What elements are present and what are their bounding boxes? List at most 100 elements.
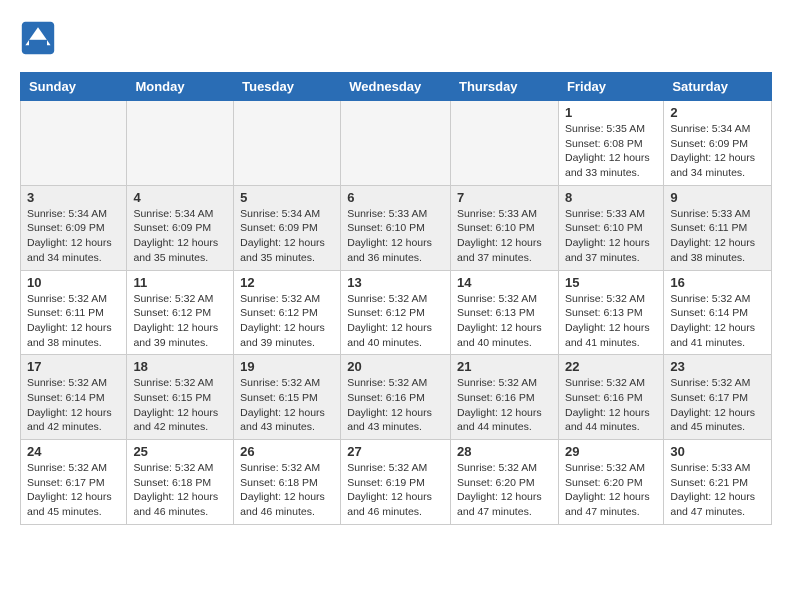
calendar-header-sunday: Sunday <box>21 73 127 101</box>
calendar-cell: 15Sunrise: 5:32 AM Sunset: 6:13 PM Dayli… <box>558 270 663 355</box>
day-number: 12 <box>240 275 334 290</box>
calendar-header-thursday: Thursday <box>451 73 559 101</box>
calendar-cell: 14 Sunrise: 5:32 AM Sunset: 6:13 PM Dayli… <box>451 270 559 355</box>
calendar-cell: 21 Sunrise: 5:32 AM Sunset: 6:16 PM Dayli… <box>451 355 559 440</box>
day-number: 3 <box>27 190 120 205</box>
day-info: Sunrise: 5:32 AM Sunset: 6:19 PM Dayligh… <box>347 461 444 520</box>
calendar-cell: 11 Sunrise: 5:32 AM Sunset: 6:12 PM Dayli… <box>127 270 234 355</box>
day-number: 25 <box>133 444 227 459</box>
day-number: 22 <box>565 359 657 374</box>
calendar-cell: 27 Sunrise: 5:32 AM Sunset: 6:19 PM Dayli… <box>341 440 451 525</box>
day-info: Sunrise: 5:32 AM Sunset: 6:13 PM Dayligh… <box>457 292 552 351</box>
calendar-header-saturday: Saturday <box>664 73 772 101</box>
day-number: 26 <box>240 444 334 459</box>
day-number: 4 <box>133 190 227 205</box>
day-number: 10 <box>27 275 120 290</box>
calendar-cell: 26 Sunrise: 5:32 AM Sunset: 6:18 PM Dayli… <box>234 440 341 525</box>
day-number: 6 <box>347 190 444 205</box>
calendar-cell: 5 Sunrise: 5:34 AM Sunset: 6:09 PM Daylig… <box>234 185 341 270</box>
calendar-cell: 25 Sunrise: 5:32 AM Sunset: 6:18 PM Dayli… <box>127 440 234 525</box>
calendar-cell: 17 Sunrise: 5:32 AM Sunset: 6:14 PM Dayli… <box>21 355 127 440</box>
calendar-week-row: 17 Sunrise: 5:32 AM Sunset: 6:14 PM Dayli… <box>21 355 772 440</box>
day-info: Sunrise: 5:32 AM Sunset: 6:14 PM Dayligh… <box>27 376 120 435</box>
calendar-cell: 24Sunrise: 5:32 AM Sunset: 6:17 PM Dayli… <box>21 440 127 525</box>
calendar-header-wednesday: Wednesday <box>341 73 451 101</box>
calendar-week-row: 10 Sunrise: 5:32 AM Sunset: 6:11 PM Dayli… <box>21 270 772 355</box>
day-number: 23 <box>670 359 765 374</box>
day-number: 28 <box>457 444 552 459</box>
calendar-table: SundayMondayTuesdayWednesdayThursdayFrid… <box>20 72 772 525</box>
calendar-week-row: 24Sunrise: 5:32 AM Sunset: 6:17 PM Dayli… <box>21 440 772 525</box>
day-info: Sunrise: 5:32 AM Sunset: 6:20 PM Dayligh… <box>565 461 657 520</box>
day-info: Sunrise: 5:34 AM Sunset: 6:09 PM Dayligh… <box>27 207 120 266</box>
calendar-cell <box>234 101 341 186</box>
calendar-cell: 22 Sunrise: 5:32 AM Sunset: 6:16 PM Dayli… <box>558 355 663 440</box>
day-info: Sunrise: 5:33 AM Sunset: 6:10 PM Dayligh… <box>457 207 552 266</box>
calendar-cell <box>127 101 234 186</box>
day-number: 15 <box>565 275 657 290</box>
calendar-cell: 10 Sunrise: 5:32 AM Sunset: 6:11 PM Dayli… <box>21 270 127 355</box>
day-info: Sunrise: 5:32 AM Sunset: 6:12 PM Dayligh… <box>133 292 227 351</box>
day-info: Sunrise: 5:32 AM Sunset: 6:11 PM Dayligh… <box>27 292 120 351</box>
logo <box>20 20 58 56</box>
day-info: Sunrise: 5:34 AM Sunset: 6:09 PM Dayligh… <box>133 207 227 266</box>
day-info: Sunrise: 5:34 AM Sunset: 6:09 PM Dayligh… <box>240 207 334 266</box>
calendar-cell: 13 Sunrise: 5:32 AM Sunset: 6:12 PM Dayli… <box>341 270 451 355</box>
day-number: 29 <box>565 444 657 459</box>
calendar-header-friday: Friday <box>558 73 663 101</box>
day-info: Sunrise: 5:33 AM Sunset: 6:10 PM Dayligh… <box>347 207 444 266</box>
day-number: 20 <box>347 359 444 374</box>
day-info: Sunrise: 5:32 AM Sunset: 6:16 PM Dayligh… <box>565 376 657 435</box>
calendar-cell: 2Sunrise: 5:34 AM Sunset: 6:09 PM Daylig… <box>664 101 772 186</box>
day-info: Sunrise: 5:32 AM Sunset: 6:15 PM Dayligh… <box>133 376 227 435</box>
day-number: 18 <box>133 359 227 374</box>
calendar-cell: 20 Sunrise: 5:32 AM Sunset: 6:16 PM Dayli… <box>341 355 451 440</box>
calendar-cell: 19 Sunrise: 5:32 AM Sunset: 6:15 PM Dayli… <box>234 355 341 440</box>
calendar-cell: 3 Sunrise: 5:34 AM Sunset: 6:09 PM Daylig… <box>21 185 127 270</box>
day-number: 14 <box>457 275 552 290</box>
calendar-header-row: SundayMondayTuesdayWednesdayThursdayFrid… <box>21 73 772 101</box>
day-info: Sunrise: 5:32 AM Sunset: 6:18 PM Dayligh… <box>133 461 227 520</box>
day-number: 7 <box>457 190 552 205</box>
day-info: Sunrise: 5:32 AM Sunset: 6:12 PM Dayligh… <box>240 292 334 351</box>
day-number: 8 <box>565 190 657 205</box>
logo-icon <box>20 20 56 56</box>
calendar-header-monday: Monday <box>127 73 234 101</box>
day-number: 21 <box>457 359 552 374</box>
day-number: 17 <box>27 359 120 374</box>
calendar-cell: 16 Sunrise: 5:32 AM Sunset: 6:14 PM Dayli… <box>664 270 772 355</box>
calendar-week-row: 1 Sunrise: 5:35 AM Sunset: 6:08 PM Daylig… <box>21 101 772 186</box>
calendar-week-row: 3 Sunrise: 5:34 AM Sunset: 6:09 PM Daylig… <box>21 185 772 270</box>
day-info: Sunrise: 5:32 AM Sunset: 6:15 PM Dayligh… <box>240 376 334 435</box>
day-number: 1 <box>565 105 657 120</box>
day-info: Sunrise: 5:33 AM Sunset: 6:11 PM Dayligh… <box>670 207 765 266</box>
calendar-cell: 28Sunrise: 5:32 AM Sunset: 6:20 PM Dayli… <box>451 440 559 525</box>
day-number: 2 <box>670 105 765 120</box>
calendar-cell: 4 Sunrise: 5:34 AM Sunset: 6:09 PM Daylig… <box>127 185 234 270</box>
day-number: 5 <box>240 190 334 205</box>
day-info: Sunrise: 5:33 AM Sunset: 6:21 PM Dayligh… <box>670 461 765 520</box>
day-info: Sunrise: 5:32 AM Sunset: 6:16 PM Dayligh… <box>347 376 444 435</box>
calendar-cell <box>21 101 127 186</box>
day-number: 16 <box>670 275 765 290</box>
day-info: Sunrise: 5:32 AM Sunset: 6:16 PM Dayligh… <box>457 376 552 435</box>
day-info: Sunrise: 5:32 AM Sunset: 6:14 PM Dayligh… <box>670 292 765 351</box>
calendar-cell: 12 Sunrise: 5:32 AM Sunset: 6:12 PM Dayli… <box>234 270 341 355</box>
calendar-cell: 1 Sunrise: 5:35 AM Sunset: 6:08 PM Daylig… <box>558 101 663 186</box>
day-info: Sunrise: 5:33 AM Sunset: 6:10 PM Dayligh… <box>565 207 657 266</box>
page-header <box>20 20 772 56</box>
calendar-cell: 7 Sunrise: 5:33 AM Sunset: 6:10 PM Daylig… <box>451 185 559 270</box>
day-number: 13 <box>347 275 444 290</box>
day-info: Sunrise: 5:32 AM Sunset: 6:17 PM Dayligh… <box>670 376 765 435</box>
day-info: Sunrise: 5:32 AM Sunset: 6:18 PM Dayligh… <box>240 461 334 520</box>
calendar-cell: 18 Sunrise: 5:32 AM Sunset: 6:15 PM Dayli… <box>127 355 234 440</box>
day-info: Sunrise: 5:32 AM Sunset: 6:12 PM Dayligh… <box>347 292 444 351</box>
day-number: 19 <box>240 359 334 374</box>
calendar-cell: 6 Sunrise: 5:33 AM Sunset: 6:10 PM Daylig… <box>341 185 451 270</box>
day-number: 27 <box>347 444 444 459</box>
day-number: 11 <box>133 275 227 290</box>
day-info: Sunrise: 5:32 AM Sunset: 6:17 PM Dayligh… <box>27 461 120 520</box>
calendar-cell <box>451 101 559 186</box>
day-info: Sunrise: 5:35 AM Sunset: 6:08 PM Dayligh… <box>565 122 657 181</box>
calendar-header-tuesday: Tuesday <box>234 73 341 101</box>
